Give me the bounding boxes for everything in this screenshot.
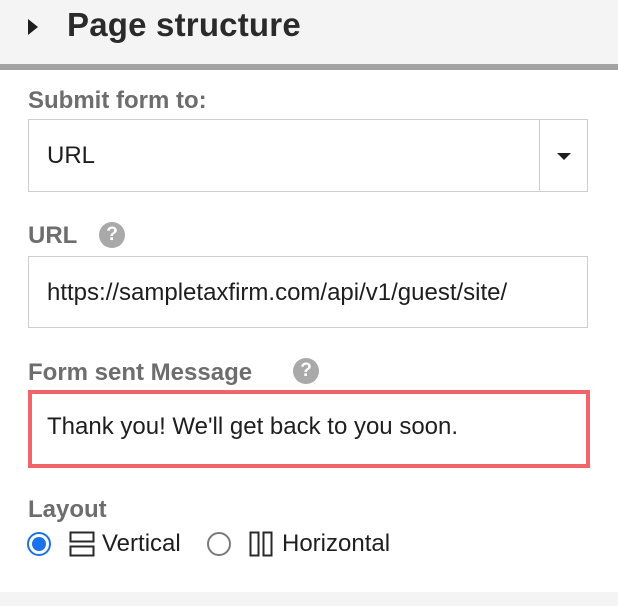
layout-label: Layout [28,496,107,523]
url-input-value: https://sampletaxfirm.com/api/v1/guest/s… [47,279,508,306]
section-title: Page structure [67,6,301,43]
submit-form-label: Submit form to: [28,87,207,114]
form-sent-message-input[interactable]: Thank you! We'll get back to you soon. [28,390,590,468]
layout-vertical-label[interactable]: Vertical [102,530,181,558]
layout-horizontal-radio[interactable] [207,532,231,556]
layout-vertical-radio[interactable] [27,532,51,556]
bottom-divider [0,592,618,606]
url-input[interactable]: https://sampletaxfirm.com/api/v1/guest/s… [28,256,588,328]
form-sent-message-label: Form sent Message [28,359,253,386]
submit-form-selected-value: URL [47,142,96,169]
caret-right-icon[interactable] [28,19,38,35]
form-sent-message-help-icon[interactable]: ? [293,358,319,384]
page: Page structure Submit form to: URL URL ?… [0,0,618,606]
layout-horizontal-label[interactable]: Horizontal [282,530,390,558]
submit-form-select[interactable]: URL [28,119,588,192]
layout-vertical-icon [69,531,95,557]
url-label: URL [28,222,78,249]
form-sent-message-value: Thank you! We'll get back to you soon. [47,413,459,440]
layout-horizontal-icon [249,531,273,557]
select-divider [539,120,540,191]
page-structure-header[interactable]: Page structure [0,0,618,70]
url-help-icon[interactable]: ? [99,222,125,248]
chevron-down-icon[interactable] [557,153,571,160]
